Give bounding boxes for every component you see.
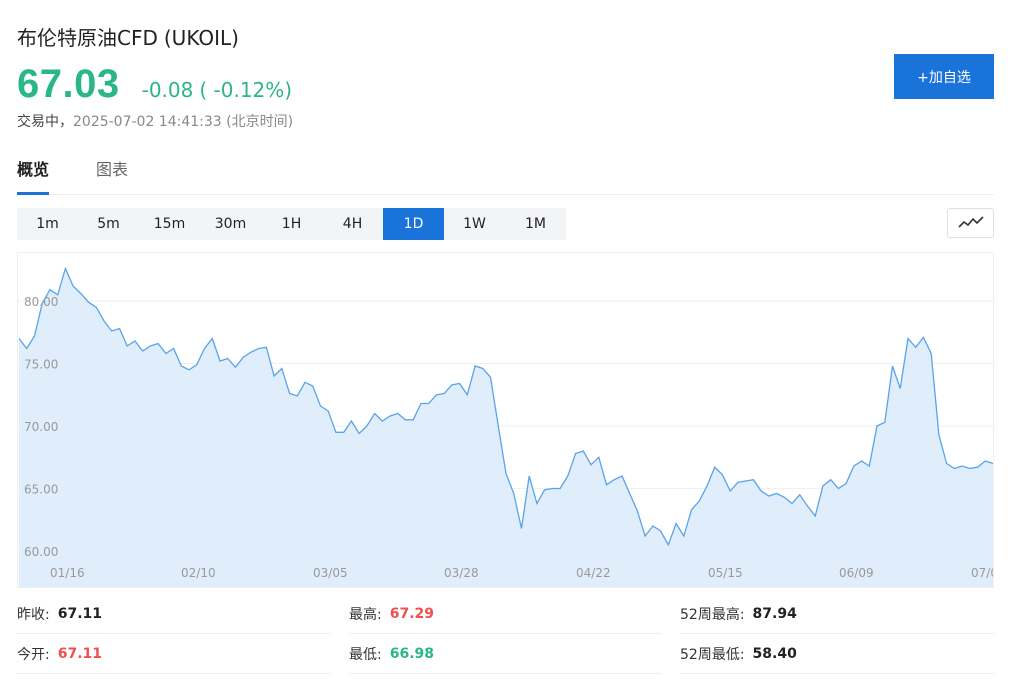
price-change: -0.08( -0.12%) — [142, 78, 292, 102]
x-tick-label: 06/09 — [839, 566, 874, 580]
stat-52w-high: 52周最高: 87.94 — [680, 594, 994, 634]
x-tick-label: 03/05 — [313, 566, 348, 580]
price-area — [19, 268, 993, 587]
instrument-code: (UKOIL) — [163, 26, 239, 50]
y-tick-label: 65.00 — [24, 483, 58, 497]
period-4h[interactable]: 4H — [322, 208, 383, 240]
change-value: -0.08 — [141, 78, 194, 102]
x-tick-label: 04/22 — [576, 566, 611, 580]
period-1w[interactable]: 1W — [444, 208, 505, 240]
stat-label: 今开: — [17, 646, 50, 663]
stat-label: 最低: — [349, 646, 382, 663]
trading-status: 交易中，2025-07-02 14:41:33 (北京时间) — [17, 111, 293, 131]
y-tick-label: 75.00 — [24, 358, 58, 372]
stat-value: 67.11 — [57, 605, 103, 622]
period-selector: 1m 5m 15m 30m 1H 4H 1D 1W 1M — [17, 208, 566, 240]
stat-prev-close: 昨收: 67.11 — [17, 594, 330, 634]
stat-value: 58.40 — [752, 645, 797, 662]
y-tick-label: 60.00 — [24, 545, 58, 559]
stat-value: 87.94 — [752, 605, 797, 622]
y-tick-label: 70.00 — [24, 420, 58, 434]
tab-bar: 概览 图表 — [17, 158, 994, 195]
price-chart[interactable]: 80.00 75.00 70.00 65.00 60.00 01/16 02/10 03/05… — [17, 252, 994, 588]
x-tick-label: 05/15 — [708, 566, 743, 580]
add-watchlist-button[interactable]: +加自选 — [894, 54, 994, 99]
instrument-title: 布伦特原油CFD (UKOIL) — [17, 22, 239, 51]
stat-label: 52周最高: — [680, 606, 745, 623]
period-1mo[interactable]: 1M — [505, 208, 566, 240]
stat-52w-low: 52周最低: 58.40 — [680, 634, 994, 674]
stat-value: 67.11 — [57, 645, 103, 662]
stat-open: 今开: 67.11 — [17, 634, 330, 674]
timezone: (北京时间) — [226, 114, 294, 130]
stat-label: 昨收: — [17, 606, 50, 623]
stat-value: 66.98 — [389, 645, 435, 662]
line-chart-icon — [957, 214, 984, 233]
stat-low: 最低: 66.98 — [349, 634, 662, 674]
stat-high: 最高: 67.29 — [349, 594, 662, 634]
x-tick-label: 07/0 — [971, 566, 994, 580]
last-price: 67.03 — [17, 62, 120, 106]
stat-value: 67.29 — [389, 605, 435, 622]
chart-type-button[interactable] — [947, 208, 994, 238]
period-5m[interactable]: 5m — [78, 208, 139, 240]
period-30m[interactable]: 30m — [200, 208, 261, 240]
period-1m[interactable]: 1m — [17, 208, 78, 240]
period-15m[interactable]: 15m — [139, 208, 200, 240]
timestamp: 2025-07-02 14:41:33 — [73, 114, 222, 130]
chart-canvas: 80.00 75.00 70.00 65.00 60.00 01/16 02/10 03/05… — [18, 266, 994, 587]
instrument-name: 布伦特原油CFD — [17, 26, 158, 50]
x-tick-label: 03/28 — [444, 566, 479, 580]
x-tick-label: 01/16 — [50, 566, 85, 580]
tab-overview[interactable]: 概览 — [17, 158, 50, 195]
period-1h[interactable]: 1H — [261, 208, 322, 240]
x-tick-label: 02/10 — [181, 566, 216, 580]
status-text: 交易中， — [17, 114, 73, 130]
tab-chart[interactable]: 图表 — [96, 158, 128, 195]
change-percent: ( -0.12%) — [199, 78, 293, 102]
stat-label: 最高: — [349, 606, 382, 623]
stat-label: 52周最低: — [680, 646, 745, 663]
period-1d[interactable]: 1D — [383, 208, 444, 240]
price-row: 67.03 -0.08( -0.12%) — [17, 62, 292, 107]
y-tick-label: 80.00 — [24, 295, 58, 309]
